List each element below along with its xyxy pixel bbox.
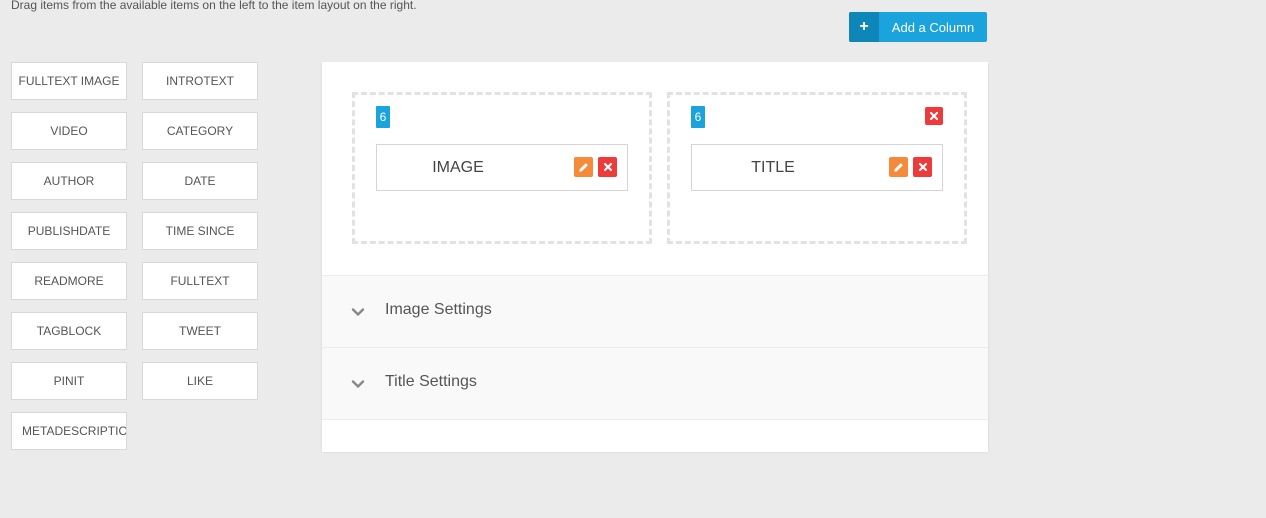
layout-item-label: TITLE bbox=[751, 158, 795, 176]
palette-item-tweet[interactable]: TWEET bbox=[142, 312, 258, 350]
palette-item-fulltext[interactable]: FULLTEXT bbox=[142, 262, 258, 300]
palette-item-date[interactable]: DATE bbox=[142, 162, 258, 200]
pencil-icon bbox=[894, 162, 903, 172]
pencil-icon bbox=[579, 162, 588, 172]
palette-item-publishdate[interactable]: PUBLISHDATE bbox=[11, 212, 127, 250]
remove-column-button[interactable] bbox=[925, 107, 943, 125]
layout-column[interactable]: 6 IMAGE bbox=[352, 92, 652, 244]
chevron-down-icon bbox=[351, 308, 365, 316]
edit-item-button[interactable] bbox=[889, 157, 908, 177]
chevron-down-icon bbox=[351, 380, 365, 388]
palette-item-readmore[interactable]: READMORE bbox=[11, 262, 127, 300]
close-icon bbox=[918, 162, 927, 172]
layout-item-label: IMAGE bbox=[432, 158, 484, 176]
layout-column[interactable]: 6 TITLE bbox=[667, 92, 967, 244]
palette-item-time-since[interactable]: TIME SINCE bbox=[142, 212, 258, 250]
accordion-title: Title Settings bbox=[385, 373, 477, 390]
add-column-button[interactable]: + Add a Column bbox=[849, 12, 987, 42]
palette-item-category[interactable]: CATEGORY bbox=[142, 112, 258, 150]
layout-item-image[interactable]: IMAGE bbox=[376, 144, 628, 191]
item-layout-editor: Drag items from the available items on t… bbox=[0, 0, 1266, 518]
palette-item-metadescription[interactable]: METADESCRIPTION bbox=[11, 412, 127, 450]
layout-item-title[interactable]: TITLE bbox=[691, 144, 943, 191]
delete-item-button[interactable] bbox=[913, 157, 932, 177]
palette-item-introtext[interactable]: INTROTEXT bbox=[142, 62, 258, 100]
delete-item-button[interactable] bbox=[598, 157, 617, 177]
palette-item-pinit[interactable]: PINIT bbox=[11, 362, 127, 400]
edit-item-button[interactable] bbox=[574, 157, 593, 177]
accordion-title: Image Settings bbox=[385, 301, 492, 318]
add-column-label: Add a Column bbox=[891, 19, 975, 35]
palette-item-video[interactable]: VIDEO bbox=[11, 112, 127, 150]
palette-item-tagblock[interactable]: TAGBLOCK bbox=[11, 312, 127, 350]
palette-item-author[interactable]: AUTHOR bbox=[11, 162, 127, 200]
plus-icon: + bbox=[849, 12, 879, 42]
image-settings-accordion[interactable]: Image Settings bbox=[322, 275, 988, 347]
close-icon bbox=[929, 111, 939, 121]
column-width-badge[interactable]: 6 bbox=[691, 106, 705, 128]
column-width-badge[interactable]: 6 bbox=[376, 106, 390, 128]
panel-footer bbox=[322, 419, 988, 452]
instructions-text: Drag items from the available items on t… bbox=[11, 0, 417, 12]
title-settings-accordion[interactable]: Title Settings bbox=[322, 347, 988, 419]
item-layout-panel: 6 IMAGE 6 TITLE Image Settings Title Set… bbox=[322, 62, 988, 452]
close-icon bbox=[603, 162, 612, 172]
palette-item-like[interactable]: LIKE bbox=[142, 362, 258, 400]
palette-item-fulltext-image[interactable]: FULLTEXT IMAGE bbox=[11, 62, 127, 100]
